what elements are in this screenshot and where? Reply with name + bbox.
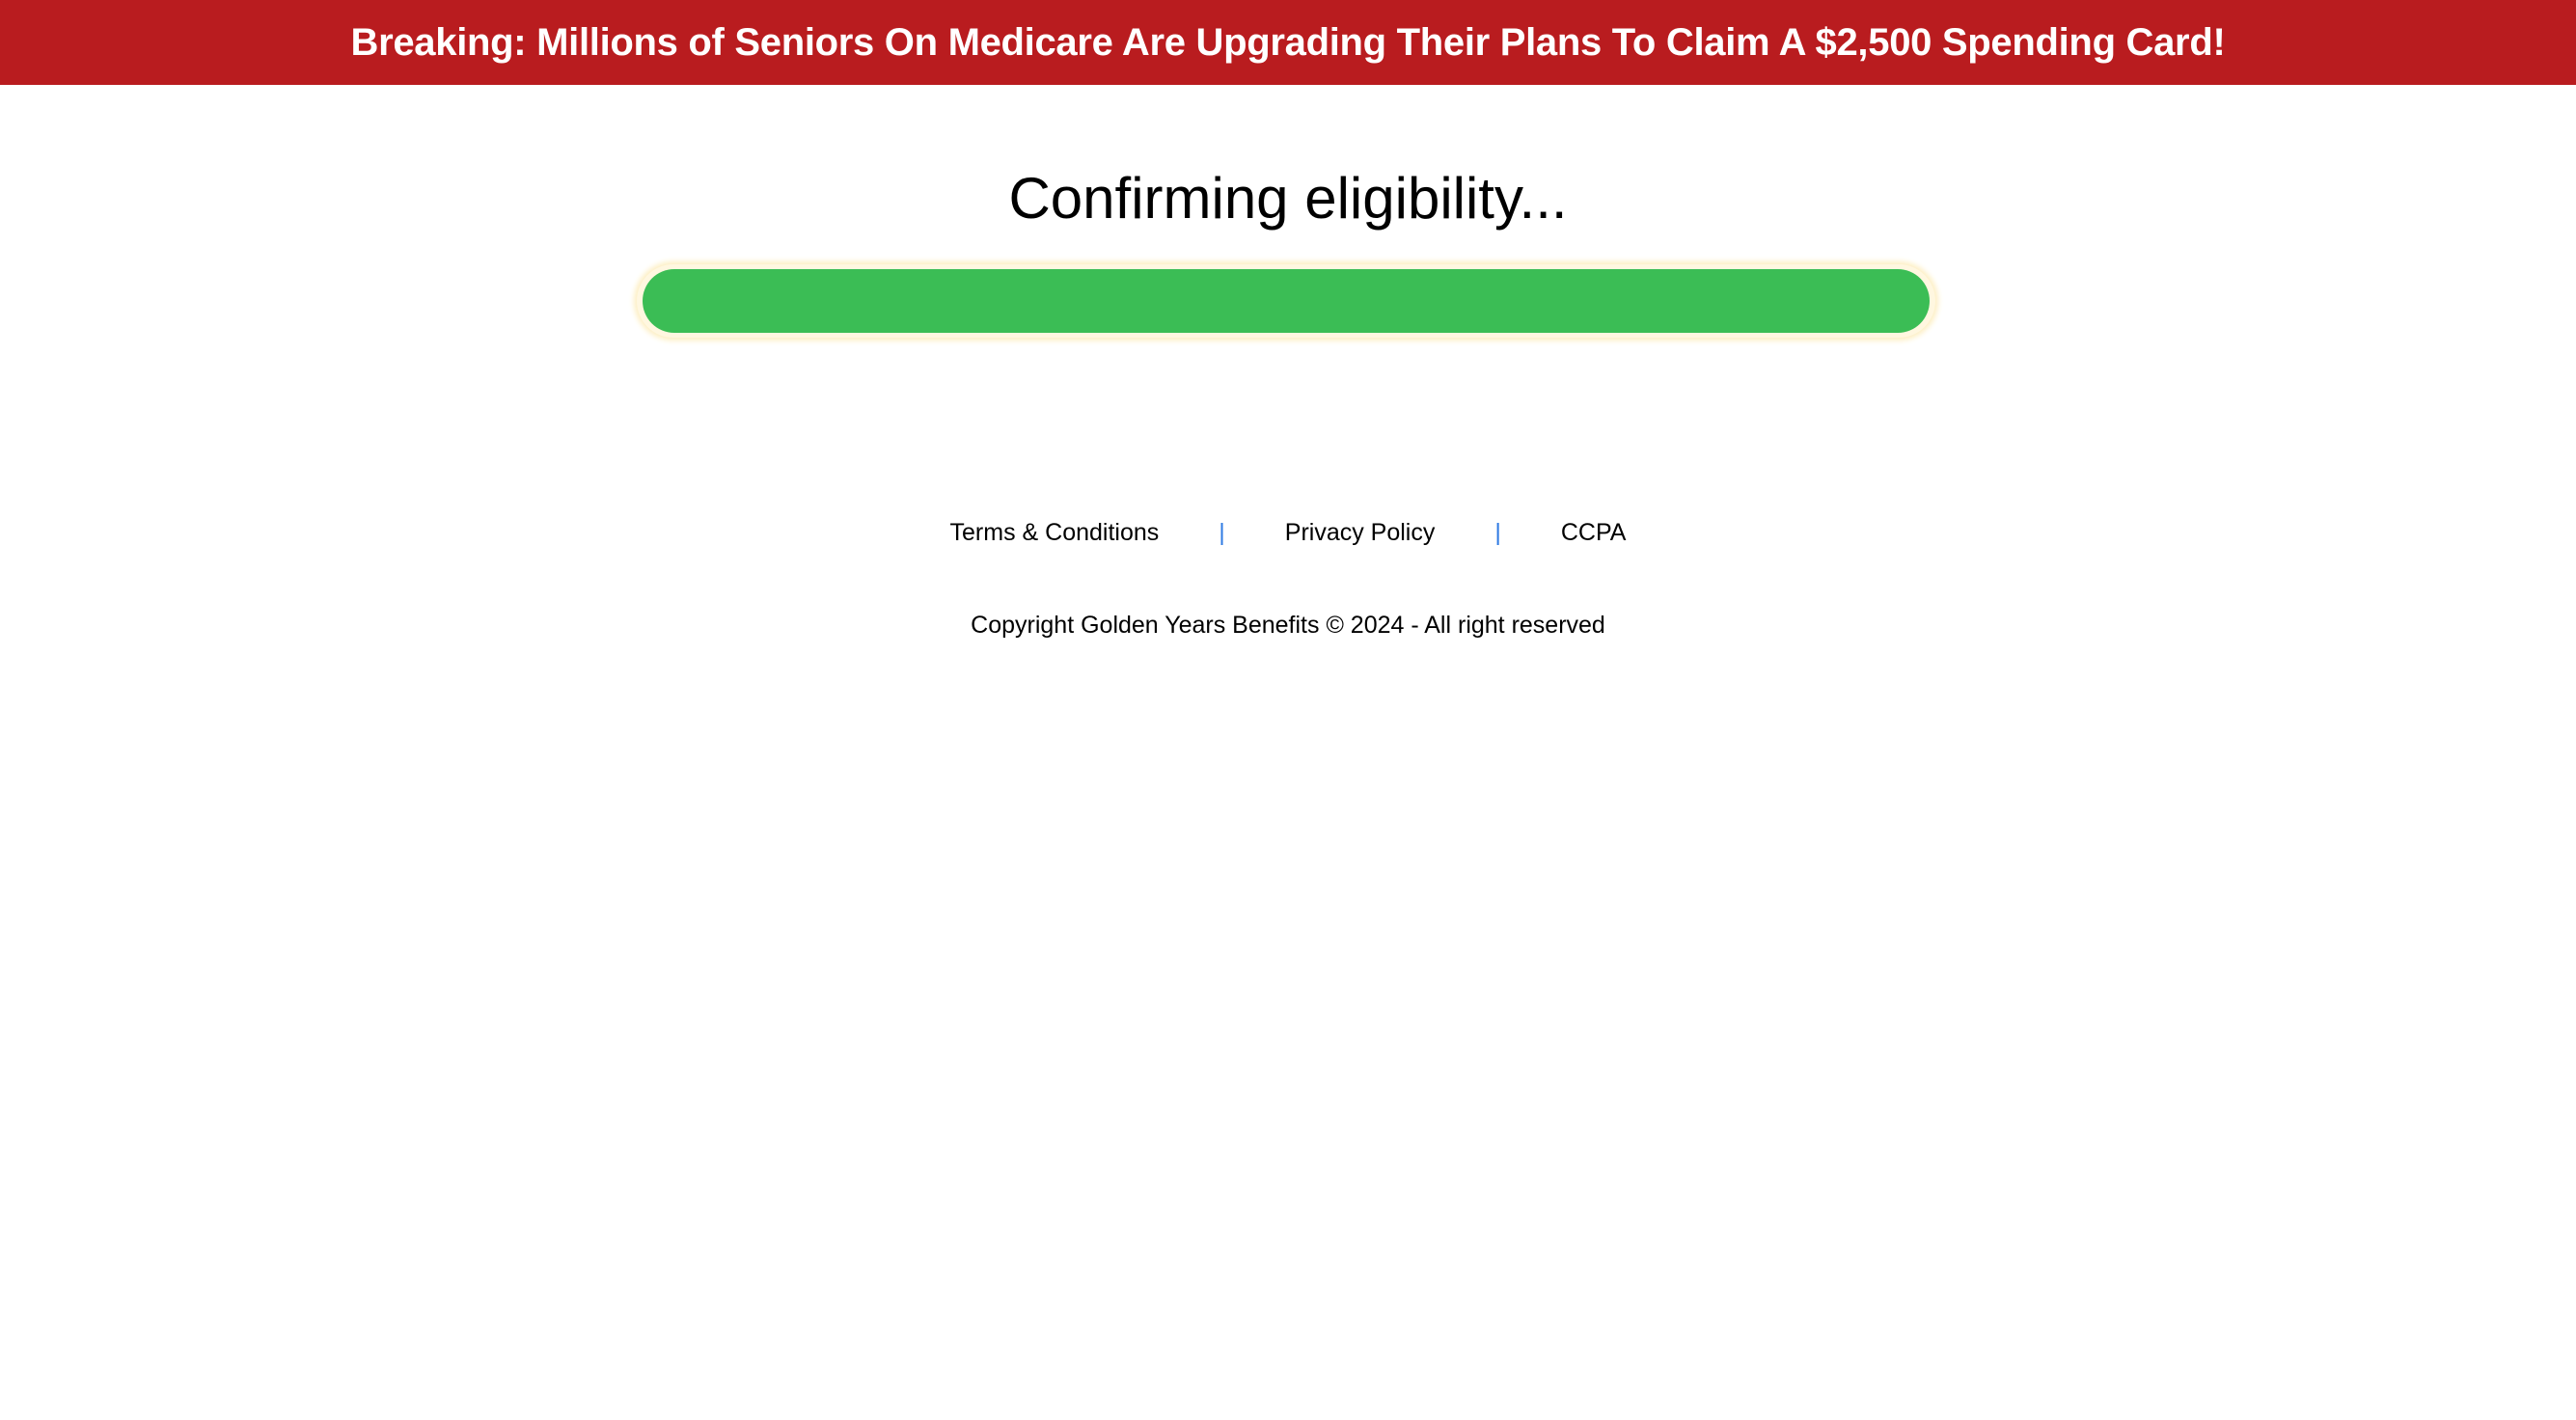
copyright-text: Copyright Golden Years Benefits © 2024 -… [971, 612, 1605, 639]
footer-separator: | [1494, 518, 1501, 546]
progress-bar-fill [643, 269, 1930, 333]
footer-separator: | [1219, 518, 1225, 546]
page-title: Confirming eligibility... [1008, 166, 1568, 231]
terms-conditions-link[interactable]: Terms & Conditions [950, 519, 1160, 547]
eligibility-progress-bar [637, 264, 1935, 338]
privacy-policy-link[interactable]: Privacy Policy [1285, 519, 1436, 547]
ccpa-link[interactable]: CCPA [1561, 519, 1627, 547]
banner-text: Breaking: Millions of Seniors On Medicar… [350, 20, 2226, 64]
footer-links: Terms & Conditions | Privacy Policy | CC… [0, 511, 2576, 554]
breaking-news-banner: Breaking: Millions of Seniors On Medicar… [0, 0, 2576, 85]
